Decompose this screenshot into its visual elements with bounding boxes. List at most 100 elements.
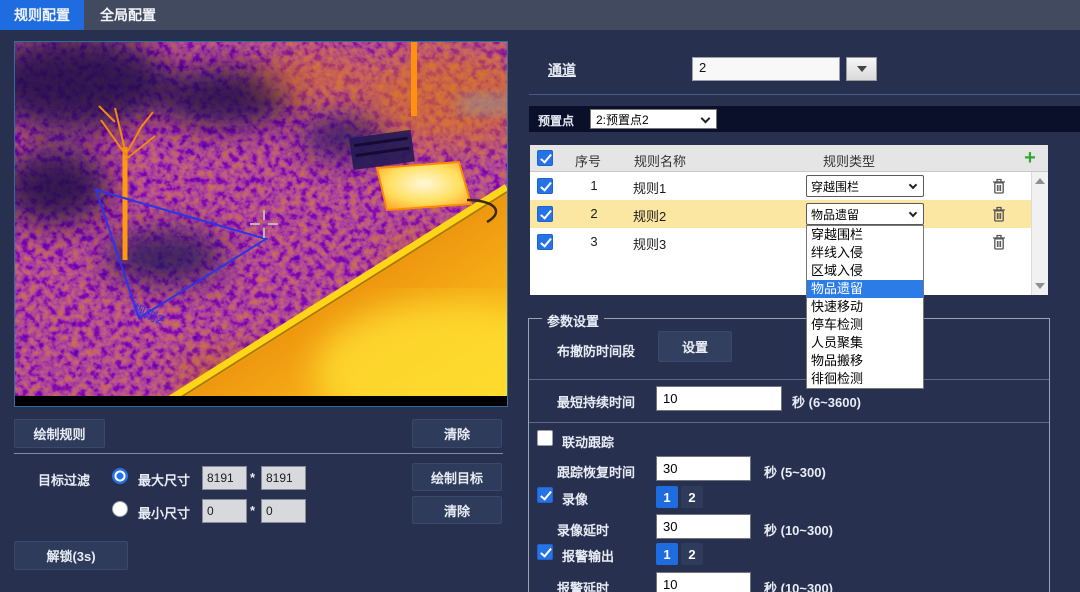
row-checkbox[interactable] xyxy=(537,234,553,250)
dropdown-arrow-icon xyxy=(857,66,867,72)
row-checkbox[interactable] xyxy=(537,206,553,222)
preset-value: 2:预置点2 xyxy=(596,111,649,128)
alarm-delay-unit: 秒 (10~300) xyxy=(764,578,833,592)
header-name: 规则名称 xyxy=(634,151,686,170)
min-duration-label: 最短持续时间 xyxy=(557,392,635,411)
params-legend: 参数设置 xyxy=(542,311,604,330)
delete-rule-icon[interactable] xyxy=(992,234,1006,250)
preset-select[interactable]: 2:预置点2 xyxy=(590,109,717,129)
link-tracking-label: 联动跟踪 xyxy=(562,432,614,451)
tab-bar: 规则配置 全局配置 xyxy=(0,0,1080,30)
rule-name: 规则1 xyxy=(633,178,666,197)
delete-rule-icon[interactable] xyxy=(992,206,1006,222)
rule-type-dropdown-list: 穿越围栏 绊线入侵 区域入侵 物品遗留 快速移动 停车检测 人员聚集 物品搬移 … xyxy=(806,225,924,389)
record-label: 录像 xyxy=(562,489,588,508)
select-all-checkbox[interactable] xyxy=(537,150,553,166)
min-duration-unit: 秒 (6~3600) xyxy=(792,392,861,411)
draw-rule-button[interactable]: 绘制规则 xyxy=(14,419,105,448)
max-size-label: 最大尺寸 xyxy=(138,470,190,489)
dropdown-option[interactable]: 区域入侵 xyxy=(807,262,923,280)
scroll-down-icon[interactable] xyxy=(1035,283,1045,289)
alarm-channel-1-button[interactable]: 1 xyxy=(656,543,678,565)
rule-no: 3 xyxy=(580,234,608,249)
rule-name: 规则2 xyxy=(633,206,666,225)
alarm-channel-2-button[interactable]: 2 xyxy=(681,543,703,565)
tab-global-config[interactable]: 全局配置 xyxy=(84,0,172,30)
rules-table-header: 序号 规则名称 规则类型 + xyxy=(530,145,1048,172)
row-checkbox[interactable] xyxy=(537,178,553,194)
table-row[interactable]: 1 规则1 穿越围栏 xyxy=(530,172,1048,200)
table-row-selected[interactable]: 2 规则2 物品遗留 xyxy=(530,200,1048,228)
clear-target-button[interactable]: 清除 xyxy=(412,496,502,524)
record-channel-2-button[interactable]: 2 xyxy=(681,486,703,508)
left-divider xyxy=(14,453,503,454)
tracking-recovery-input[interactable] xyxy=(656,456,751,481)
params-divider xyxy=(529,422,1049,423)
header-type: 规则类型 xyxy=(823,151,875,170)
rule-type-select-open[interactable]: 物品遗留 xyxy=(806,203,924,225)
tab-rule-config[interactable]: 规则配置 xyxy=(0,0,84,30)
record-channel-1-button[interactable]: 1 xyxy=(656,486,678,508)
right-divider xyxy=(529,94,1080,95)
rule-type-value: 穿越围栏 xyxy=(811,180,859,194)
alarm-delay-label: 报警延时 xyxy=(557,578,609,592)
record-delay-input[interactable] xyxy=(656,514,751,539)
record-checkbox[interactable] xyxy=(537,487,553,503)
channel-label: 通道 xyxy=(548,60,576,80)
channel-select[interactable]: 2 xyxy=(692,57,840,81)
draw-target-button[interactable]: 绘制目标 xyxy=(412,463,502,491)
rule-no: 1 xyxy=(580,178,608,193)
dropdown-option[interactable]: 人员聚集 xyxy=(807,334,923,352)
dropdown-option[interactable]: 物品搬移 xyxy=(807,352,923,370)
pole xyxy=(411,42,417,116)
min-duration-input[interactable] xyxy=(656,386,782,411)
rule-type-select[interactable]: 穿越围栏 xyxy=(806,175,924,197)
delete-rule-icon[interactable] xyxy=(992,178,1006,194)
tracking-recovery-unit: 秒 (5~300) xyxy=(764,462,826,481)
min-height-input[interactable] xyxy=(261,499,306,523)
dropdown-option[interactable]: 徘徊检测 xyxy=(807,370,923,388)
alarm-delay-input[interactable] xyxy=(656,572,751,592)
camera-preview[interactable]: 规则2 xyxy=(14,41,508,407)
rule-no: 2 xyxy=(580,206,608,221)
dropdown-option-selected[interactable]: 物品遗留 xyxy=(807,280,923,298)
dropdown-option[interactable]: 穿越围栏 xyxy=(807,226,923,244)
record-delay-label: 录像延时 xyxy=(557,520,609,539)
alarm-output-checkbox[interactable] xyxy=(537,544,553,560)
clear-rule-button[interactable]: 清除 xyxy=(412,419,502,448)
unlock-button[interactable]: 解锁(3s) xyxy=(14,541,128,570)
rule-name: 规则3 xyxy=(633,234,666,253)
target-filter-label: 目标过滤 xyxy=(38,470,90,489)
min-size-label: 最小尺寸 xyxy=(138,503,190,522)
scroll-up-icon[interactable] xyxy=(1035,178,1045,184)
max-height-input[interactable] xyxy=(261,466,306,490)
chevron-down-icon xyxy=(909,181,917,189)
size-separator: * xyxy=(250,503,255,518)
params-divider xyxy=(529,379,1049,380)
min-size-radio[interactable] xyxy=(112,501,128,517)
header-no: 序号 xyxy=(575,151,601,170)
rules-table: 序号 规则名称 规则类型 + 1 规则1 穿越围栏 2 规则2 物品遗留 xyxy=(530,145,1048,295)
dropdown-option[interactable]: 快速移动 xyxy=(807,298,923,316)
alarm-output-label: 报警输出 xyxy=(562,546,614,565)
dropdown-option[interactable]: 绊线入侵 xyxy=(807,244,923,262)
preset-label: 预置点 xyxy=(538,112,574,129)
table-scrollbar[interactable] xyxy=(1031,172,1048,295)
min-width-input[interactable] xyxy=(202,499,247,523)
max-width-input[interactable] xyxy=(202,466,247,490)
link-tracking-checkbox[interactable] xyxy=(537,430,553,446)
arming-period-label: 布撤防时间段 xyxy=(557,341,635,360)
channel-dropdown-button[interactable] xyxy=(846,57,877,81)
chevron-down-icon xyxy=(909,209,917,217)
dropdown-option[interactable]: 停车检测 xyxy=(807,316,923,334)
add-rule-icon[interactable]: + xyxy=(1019,147,1041,169)
max-size-radio[interactable] xyxy=(112,468,128,484)
preset-bar: 预置点 2:预置点2 xyxy=(529,106,1080,132)
rule-type-value: 物品遗留 xyxy=(811,208,859,222)
bright-square xyxy=(377,162,471,210)
tracking-recovery-label: 跟踪恢复时间 xyxy=(557,462,635,481)
record-delay-unit: 秒 (10~300) xyxy=(764,520,833,539)
arming-set-button[interactable]: 设置 xyxy=(658,331,732,362)
chevron-down-icon xyxy=(701,114,711,124)
table-row[interactable]: 3 规则3 xyxy=(530,228,1048,256)
